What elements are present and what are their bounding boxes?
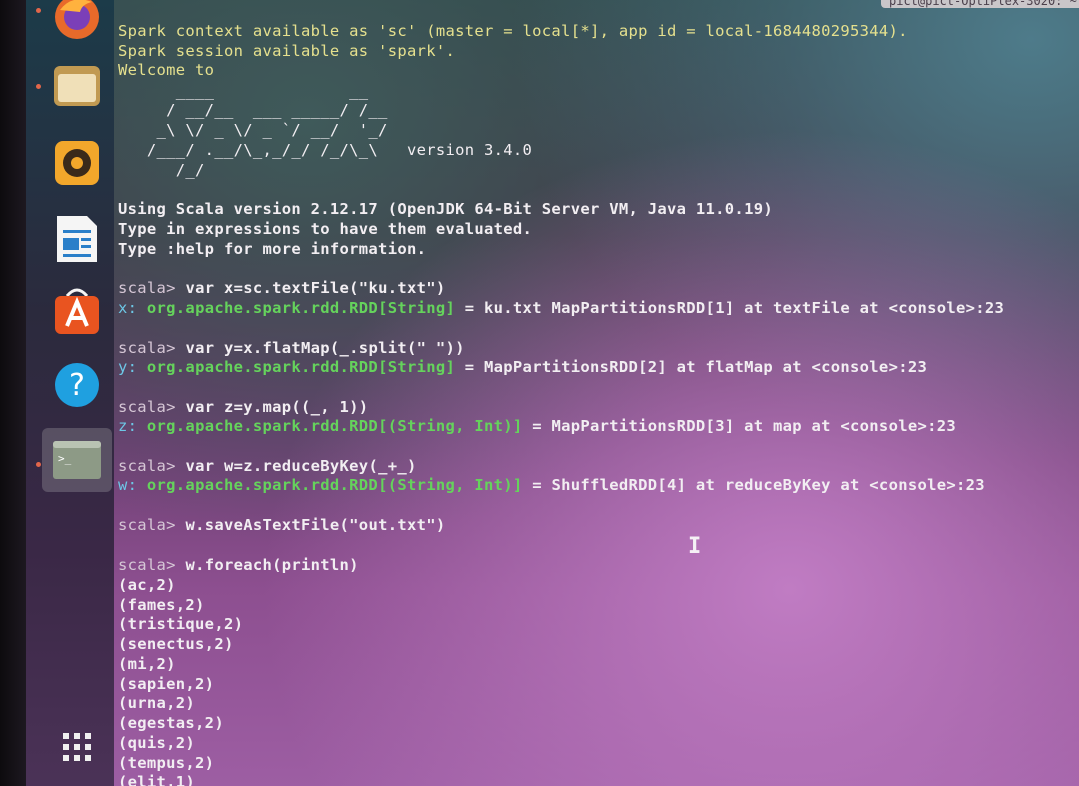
firefox-icon[interactable] [50,0,104,44]
result-line: y: org.apache.spark.rdd.RDD[String] = Ma… [118,358,927,376]
command-text: w.foreach(println) [185,556,359,574]
result-line: w: org.apache.spark.rdd.RDD[(String, Int… [118,476,985,494]
banner-line: Spark context available as 'sc' (master … [118,22,908,40]
output-line: (ac,2) [118,576,176,594]
result-var: w: [118,476,138,494]
command-line: scala> w.saveAsTextFile("out.txt") [118,516,446,534]
running-indicator [36,462,41,467]
spark-logo-line: ____ __ [118,82,369,100]
running-indicator [36,8,41,13]
scala-prompt: scala> [118,556,176,574]
output-line: (quis,2) [118,734,196,752]
spark-logo-line: / __/__ ___ _____/ /__ [118,101,388,119]
text-cursor-icon: I [688,534,702,559]
rhythmbox-icon[interactable] [50,136,104,190]
files-icon[interactable] [50,58,104,112]
app-center-icon[interactable] [50,284,104,338]
output-line: (sapien,2) [118,675,215,693]
result-value: = ku.txt MapPartitionsRDD[1] at textFile… [464,299,1005,317]
spark-logo-line: _\ \/ _ \/ _ `/ __/ '_/ [118,121,388,139]
show-apps-icon[interactable] [50,720,104,774]
result-line: z: org.apache.spark.rdd.RDD[(String, Int… [118,417,956,435]
output-line: (urna,2) [118,694,196,712]
help-icon[interactable]: ? [50,358,104,412]
output-line: (tristique,2) [118,615,244,633]
scala-prompt: scala> [118,457,176,475]
terminal-icon[interactable]: >_ [42,428,112,492]
dock: ? >_ [26,0,114,786]
scala-prompt: scala> [118,339,176,357]
scala-prompt: scala> [118,398,176,416]
output-line: (elit,1) [118,773,196,786]
result-value: = MapPartitionsRDD[3] at map at <console… [532,417,956,435]
result-var: z: [118,417,138,435]
command-text: w.saveAsTextFile("out.txt") [185,516,446,534]
command-line: scala> var y=x.flatMap(_.split(" ")) [118,339,465,357]
result-value: = ShuffledRDD[4] at reduceByKey at <cons… [532,476,985,494]
svg-text:>_: >_ [58,452,72,465]
command-line: scala> var w=z.reduceByKey(_+_) [118,457,417,475]
result-line: x: org.apache.spark.rdd.RDD[String] = ku… [118,299,1004,317]
output-line: (fames,2) [118,596,205,614]
result-type: org.apache.spark.rdd.RDD[(String, Int)] [146,476,523,494]
command-line: scala> var z=y.map((_, 1)) [118,398,368,416]
command-text: var x=sc.textFile("ku.txt") [185,279,446,297]
svg-text:?: ? [69,368,85,403]
result-var: x: [118,299,138,317]
spark-logo-line: /___/ .__/\_,_/_/ /_/\_\ version 3.4.0 [118,141,533,159]
output-line: (egestas,2) [118,714,224,732]
screen-bezel [0,0,26,786]
spark-logo-line: /_/ [118,161,205,179]
command-line: scala> w.foreach(println) [118,556,359,574]
command-text: var z=y.map((_, 1)) [185,398,369,416]
terminal-window[interactable]: pict@pict-OptiPlex-3020: ~ Spark context… [114,0,1079,786]
banner-line: Welcome to [118,61,215,79]
info-line: Type in expressions to have them evaluat… [118,220,533,238]
command-text: var y=x.flatMap(_.split(" ")) [185,339,465,357]
scala-prompt: scala> [118,279,176,297]
output-line: (mi,2) [118,655,176,673]
running-indicator [36,84,41,89]
scala-prompt: scala> [118,516,176,534]
info-line: Using Scala version 2.12.17 (OpenJDK 64-… [118,200,773,218]
result-type: org.apache.spark.rdd.RDD[String] [146,358,456,376]
result-var: y: [118,358,138,376]
window-title: pict@pict-OptiPlex-3020: ~ [881,0,1079,8]
info-line: Type :help for more information. [118,240,427,258]
command-line: scala> var x=sc.textFile("ku.txt") [118,279,446,297]
output-line: (senectus,2) [118,635,234,653]
result-type: org.apache.spark.rdd.RDD[String] [146,299,456,317]
writer-icon[interactable] [50,212,104,266]
output-line: (tempus,2) [118,754,215,772]
command-text: var w=z.reduceByKey(_+_) [185,457,417,475]
result-type: org.apache.spark.rdd.RDD[(String, Int)] [146,417,523,435]
result-value: = MapPartitionsRDD[2] at flatMap at <con… [464,358,928,376]
banner-line: Spark session available as 'spark'. [118,42,456,60]
